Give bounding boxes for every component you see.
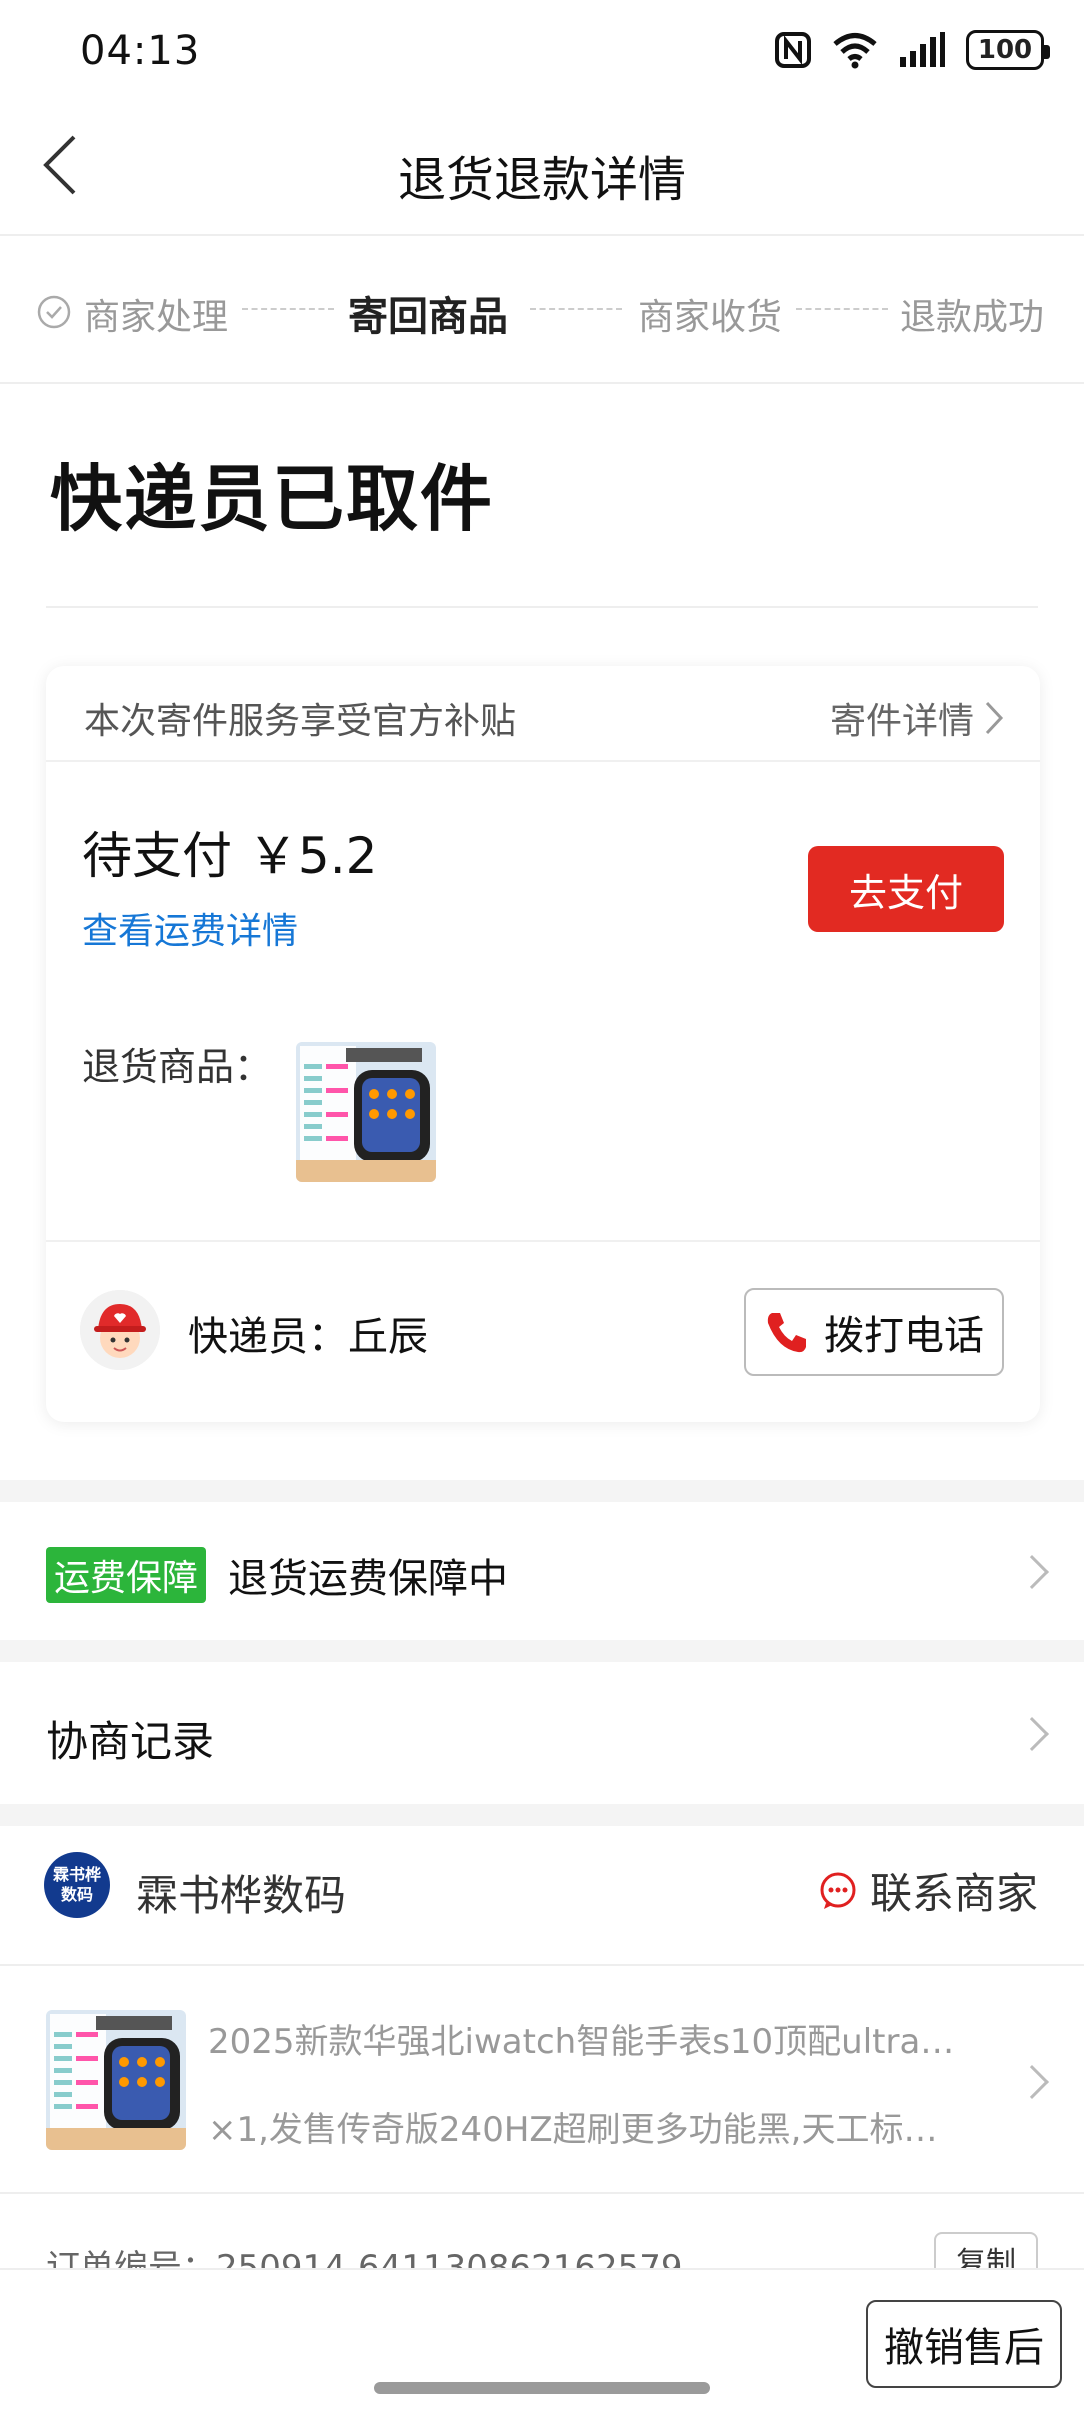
phone-icon <box>767 1313 806 1353</box>
shop-logo[interactable]: 霖书桦 数码 <box>44 1852 110 1918</box>
step-refund-success: 退款成功 <box>900 297 1045 338</box>
battery-indicator: 100 <box>966 30 1050 70</box>
product-row[interactable]: 2025新款华强北iwatch智能手表s10顶配ultra… ×1,发售传奇版2… <box>0 1968 1084 2194</box>
step-merchant-received: 商家收货 <box>638 297 783 338</box>
shipping-card-header: 本次寄件服务享受官方补贴 寄件详情 <box>46 666 1040 762</box>
call-courier-button[interactable]: 拨打电话 <box>744 1288 1004 1376</box>
contact-merchant-label: 联系商家 <box>869 1869 1038 1918</box>
courier-avatar-icon <box>80 1290 160 1370</box>
shipping-card: 本次寄件服务享受官方补贴 寄件详情 待支付 ￥5.2 查看运费详情 去支付 退货… <box>46 666 1040 1422</box>
cancel-after-sale-button[interactable]: 撤销售后 <box>866 2300 1062 2388</box>
shop-header: 霖书桦 数码 霖书桦数码 联系商家 <box>0 1826 1084 1966</box>
contact-merchant-button[interactable]: 联系商家 <box>818 1860 1038 1921</box>
home-indicator[interactable] <box>374 2382 710 2394</box>
status-icons: 100 <box>774 30 1050 70</box>
smartwatch-image <box>46 2010 186 2150</box>
courier-avatar <box>80 1290 160 1370</box>
negotiation-record-row[interactable]: 协商记录 <box>0 1662 1084 1804</box>
section-gap <box>0 1480 1084 1502</box>
courier-label: 快递员： <box>188 1314 348 1360</box>
pending-payment: 待支付 ￥5.2 <box>82 827 378 885</box>
check-circle-icon <box>37 295 71 329</box>
smartwatch-image <box>296 1042 436 1182</box>
shop-logo-text: 霖书桦 数码 <box>52 1865 101 1904</box>
signal-icon <box>900 32 945 67</box>
courier-name: 丘辰 <box>348 1314 428 1360</box>
shipping-details-label: 寄件详情 <box>829 701 974 742</box>
section-gap <box>0 1804 1084 1826</box>
guarantee-text: 退货运费保障中 <box>228 1556 509 1602</box>
chevron-right-icon <box>1015 2065 1049 2099</box>
card-divider <box>46 1240 1040 1242</box>
nav-header: 退货退款详情 <box>0 100 1084 236</box>
shop-name[interactable]: 霖书桦数码 <box>136 1862 346 1923</box>
step-divider <box>796 308 888 310</box>
step-divider <box>242 308 334 310</box>
status-bar: 04:13 100 <box>0 0 1084 100</box>
divider <box>46 606 1038 608</box>
page-title: 退货退款详情 <box>397 152 686 208</box>
section-gap <box>0 1640 1084 1662</box>
status-title: 快递员已取件 <box>50 457 495 541</box>
wifi-icon <box>833 33 877 69</box>
return-goods-label: 退货商品： <box>82 1045 273 1089</box>
nfc-icon <box>775 32 811 68</box>
chevron-right-icon <box>1015 1717 1049 1751</box>
step-divider <box>530 308 622 310</box>
return-goods-image[interactable] <box>296 1042 436 1182</box>
bottom-action-bar: 撤销售后 <box>0 2268 1084 2412</box>
progress-steps: 商家处理 寄回商品 商家收货 退款成功 <box>0 238 1084 384</box>
pay-button[interactable]: 去支付 <box>808 846 1004 932</box>
view-fee-details-link[interactable]: 查看运费详情 <box>82 902 298 954</box>
subsidy-text: 本次寄件服务享受官方补贴 <box>84 701 517 742</box>
step-return-goods: 寄回商品 <box>348 294 508 340</box>
call-button-label: 拨打电话 <box>824 1313 984 1359</box>
step-merchant-processing: 商家处理 <box>84 297 229 338</box>
guarantee-tag: 运费保障 <box>46 1547 207 1603</box>
status-time: 04:13 <box>80 28 201 74</box>
product-image <box>46 2010 186 2150</box>
chevron-right-icon <box>985 701 1004 735</box>
shipping-details-link[interactable]: 寄件详情 <box>830 692 1004 744</box>
product-title-line2: ×1,发售传奇版240HZ超刷更多功能黑,天工标… <box>208 2110 938 2150</box>
product-title-line1: 2025新款华强北iwatch智能手表s10顶配ultra… <box>208 2022 955 2062</box>
shipping-guarantee-row[interactable]: 运费保障 退货运费保障中 <box>0 1502 1084 1640</box>
negotiation-label: 协商记录 <box>46 1717 215 1766</box>
courier-info: 快递员：丘辰 <box>188 1304 428 1362</box>
chat-icon <box>820 1872 856 1909</box>
chevron-right-icon <box>1015 1555 1049 1589</box>
